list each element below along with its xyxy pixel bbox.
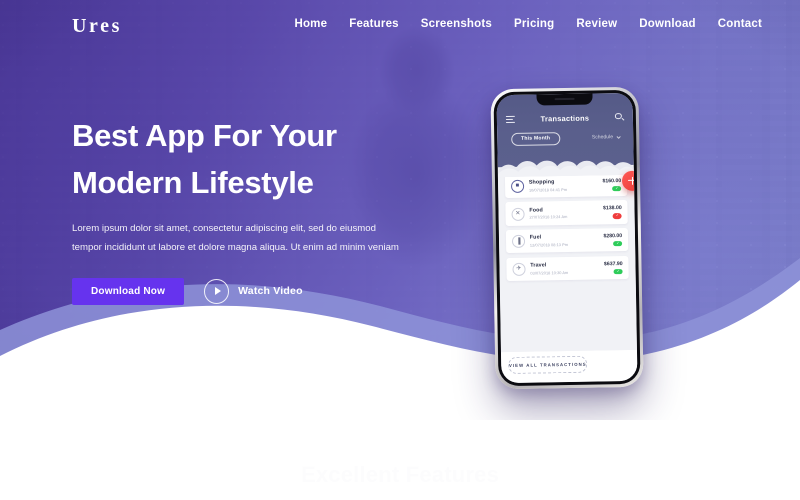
status-badge: ✓ (613, 241, 623, 247)
fuel-pump-icon: ▐ (511, 234, 525, 249)
nav-link-screenshots[interactable]: Screenshots (421, 18, 492, 30)
hero-copy: Best App For Your Modern Lifestyle Lorem… (72, 112, 432, 305)
cutlery-icon: ✕ (511, 207, 525, 221)
hero-title-line-2: Modern Lifestyle (72, 165, 314, 201)
transaction-info: Fuel 12/07/2018 08:13 Pm (530, 234, 599, 248)
transaction-list: ■ Shopping 10/07/2018 04:41 Pm $160.00 ✓ (497, 172, 638, 353)
watch-video-label: Watch Video (238, 285, 303, 298)
nav-link-review[interactable]: Review (576, 18, 617, 30)
chevron-down-icon (616, 134, 621, 140)
nav-link-pricing[interactable]: Pricing (514, 18, 554, 30)
transaction-date: 27/07/2018 10:24 Am (529, 214, 568, 221)
hero-title: Best App For Your Modern Lifestyle (72, 112, 432, 206)
phone-screen: Transactions This Month Schedule ■ Shopp… (496, 92, 638, 384)
transaction-info: Shopping 10/07/2018 04:41 Pm (528, 179, 598, 193)
status-badge: ✓ (612, 213, 622, 219)
download-now-button[interactable]: Download Now (72, 277, 185, 305)
hero-section: Ures Home Features Screenshots Pricing R… (0, 0, 800, 420)
app-footer: VIEW ALL TRANSACTIONS (500, 350, 638, 384)
transaction-amount-block: $637.90 ✓ (604, 261, 623, 275)
hero-actions: Download Now Watch Video (72, 277, 432, 305)
table-row[interactable]: ▐ Fuel 12/07/2018 08:13 Pm $280.00 ✓ (505, 228, 629, 254)
transaction-info: Travel 03/07/2018 10:30 Am (530, 262, 599, 276)
navbar: Ures Home Features Screenshots Pricing R… (0, 0, 800, 52)
earpiece-speaker (554, 97, 575, 100)
filter-schedule-dropdown[interactable]: Schedule (591, 134, 621, 141)
play-icon (204, 278, 230, 304)
nav-link-download[interactable]: Download (639, 18, 696, 30)
transaction-info: Food 27/07/2018 10:24 Am (529, 206, 598, 220)
airplane-icon: ✈ (512, 262, 526, 276)
status-badge: ✓ (612, 186, 622, 192)
phone-notch (536, 93, 593, 106)
transaction-amount: $637.90 (603, 260, 623, 268)
transaction-date: 10/07/2018 04:41 Pm (528, 186, 568, 193)
transaction-amount: $160.00 (602, 177, 622, 185)
table-row[interactable]: ✕ Food 27/07/2018 10:24 Am $138.00 ✓ (505, 200, 628, 226)
nav-menu: Home Features Screenshots Pricing Review… (294, 18, 762, 30)
watch-video-button[interactable]: Watch Video (204, 278, 303, 304)
transaction-amount: $138.00 (602, 205, 622, 212)
transaction-amount: $280.00 (603, 233, 623, 240)
table-row[interactable]: ✈ Travel 03/07/2018 10:30 Am $637.90 ✓ (506, 255, 629, 282)
features-section: Excellent Features (0, 420, 800, 500)
hero-title-line-1: Best App For Your (72, 118, 337, 153)
nav-link-home[interactable]: Home (294, 18, 327, 30)
nav-link-features[interactable]: Features (349, 18, 399, 30)
transaction-name: Food (529, 207, 543, 214)
transaction-date: 03/07/2018 10:30 Am (530, 269, 569, 276)
transaction-name: Shopping (528, 179, 555, 186)
app-title: Transactions (540, 113, 590, 124)
hero-subtitle: Lorem ipsum dolor sit amet, consectetur … (72, 223, 399, 253)
transaction-amount-block: $160.00 ✓ (602, 177, 622, 192)
phone-bezel: Transactions This Month Schedule ■ Shopp… (493, 89, 641, 387)
app-filters: This Month Schedule (497, 122, 634, 146)
hamburger-icon[interactable] (505, 115, 515, 124)
view-all-transactions-button[interactable]: VIEW ALL TRANSACTIONS (507, 355, 588, 375)
transaction-name: Travel (530, 262, 547, 269)
features-title: Excellent Features (300, 462, 500, 487)
add-transaction-fab[interactable] (622, 170, 638, 191)
filter-schedule-label: Schedule (591, 134, 614, 141)
transaction-amount-block: $280.00 ✓ (603, 233, 623, 247)
phone-mockup: Transactions This Month Schedule ■ Shopp… (490, 86, 644, 390)
status-badge: ✓ (613, 269, 623, 275)
search-icon[interactable] (615, 112, 625, 122)
filter-this-month-pill[interactable]: This Month (510, 131, 561, 146)
brand-logo[interactable]: Ures (72, 15, 122, 38)
plus-icon (628, 177, 636, 185)
nav-link-contact[interactable]: Contact (718, 18, 762, 30)
transaction-name: Fuel (529, 234, 542, 242)
transaction-amount-block: $138.00 ✓ (603, 206, 622, 220)
cloud-divider (497, 153, 635, 177)
transaction-date: 12/07/2018 08:13 Pm (529, 242, 569, 248)
phone-frame: Transactions This Month Schedule ■ Shopp… (490, 86, 644, 390)
shopping-bag-icon: ■ (510, 179, 524, 193)
